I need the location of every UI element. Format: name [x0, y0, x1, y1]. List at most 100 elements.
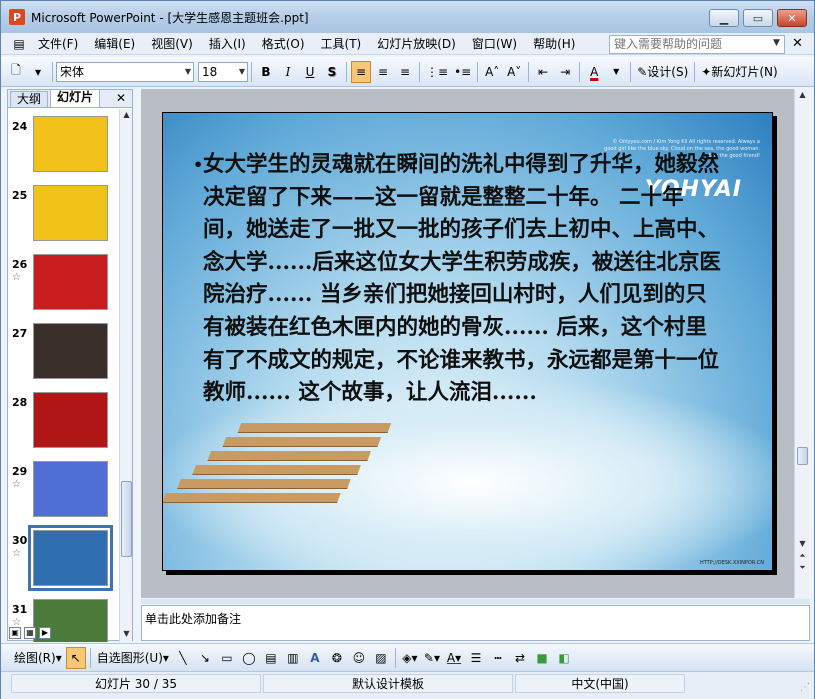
notes-splitter[interactable] [141, 599, 810, 604]
font-name-select[interactable]: 宋体 ▼ [56, 61, 194, 82]
select-pointer-icon[interactable]: ↖ [65, 646, 86, 669]
slide-thumbnail[interactable] [33, 392, 108, 448]
notes-pane[interactable]: 单击此处添加备注 [141, 605, 810, 641]
picture-icon[interactable]: ▨ [371, 647, 391, 669]
menu-window[interactable]: 窗口(W) [464, 34, 525, 54]
new-document-icon[interactable]: 🗋 [6, 61, 26, 83]
menu-app-icon[interactable]: ▤ [9, 33, 29, 55]
previous-slide-icon[interactable]: ⏶ [797, 551, 808, 563]
font-color-icon[interactable]: A▾ [444, 647, 464, 669]
arrow-style-icon[interactable]: ⇄ [510, 647, 530, 669]
scrollbar-thumb[interactable] [121, 481, 132, 557]
slide-thumbnail[interactable] [33, 116, 108, 172]
plank [177, 479, 351, 489]
bullets-icon[interactable]: •≡ [452, 61, 473, 83]
tab-slides[interactable]: 幻灯片 [50, 89, 101, 107]
textbox-icon[interactable]: ▤ [261, 647, 281, 669]
menu-help[interactable]: 帮助(H) [525, 34, 583, 54]
toolbar-options-icon[interactable]: ▾ [28, 61, 48, 83]
slide-thumbnail-row[interactable]: 24 [8, 116, 121, 178]
bold-button[interactable]: B [256, 61, 276, 83]
increase-indent-icon[interactable]: ⇥ [555, 61, 575, 83]
status-template: 默认设计模板 [263, 674, 513, 693]
numbering-icon[interactable]: ⋮≡ [424, 61, 450, 83]
menu-edit[interactable]: 编辑(E) [86, 34, 143, 54]
fill-color-icon[interactable]: ◈▾ [400, 647, 420, 669]
align-center-icon[interactable]: ≡ [373, 61, 393, 83]
slide-scrollbar[interactable]: ▲ ▼ ⏶ ⏷ [794, 89, 810, 598]
line-color-icon[interactable]: ✎▾ [422, 647, 442, 669]
italic-button[interactable]: I [278, 61, 298, 83]
rectangle-icon[interactable]: ▭ [217, 647, 237, 669]
slide-body-text[interactable]: • 女大学生的灵魂就在瞬间的洗礼中得到了升华，她毅然决定留了下来——这一留就是整… [193, 149, 723, 410]
line-style-icon[interactable]: ☰ [466, 647, 486, 669]
slide-number: 26 [12, 258, 28, 271]
resize-grip-icon[interactable]: ⋰ [800, 682, 810, 693]
slide-thumbnail[interactable] [33, 185, 108, 241]
tab-outline[interactable]: 大纲 [10, 91, 49, 107]
menu-slideshow[interactable]: 幻灯片放映(D) [369, 34, 464, 54]
3d-style-icon[interactable]: ◧ [554, 647, 574, 669]
plank [207, 451, 372, 461]
pane-close-icon[interactable]: ✕ [116, 91, 126, 105]
menu-tools[interactable]: 工具(T) [313, 34, 370, 54]
minimize-button[interactable]: ▁ [709, 9, 739, 27]
shadow-style-icon[interactable]: ■ [532, 647, 552, 669]
normal-view-icon[interactable]: ▣ [9, 627, 21, 639]
slide-thumbnail[interactable] [28, 525, 113, 591]
scrollbar-thumb[interactable] [797, 447, 808, 465]
decrease-indent-icon[interactable]: ⇤ [533, 61, 553, 83]
slide-thumbnail[interactable] [33, 254, 108, 310]
line-icon[interactable]: ╲ [173, 647, 193, 669]
help-search-input[interactable]: 键入需要帮助的问题 [609, 35, 785, 54]
menu-file[interactable]: 文件(F) [30, 34, 86, 54]
slide-thumbnail-row[interactable]: 25 [8, 185, 121, 247]
arrow-icon[interactable]: ↘ [195, 647, 215, 669]
draw-menu-button[interactable]: 绘图(R) ▾ [12, 647, 64, 669]
clipart-icon[interactable]: ☺ [349, 647, 369, 669]
slide-thumbnail[interactable] [33, 323, 108, 379]
shadow-button[interactable]: S [322, 61, 342, 83]
separator [52, 61, 53, 82]
maximize-button[interactable]: ▭ [743, 9, 773, 27]
sorter-view-icon[interactable]: ▦ [24, 627, 36, 639]
decrease-font-icon[interactable]: A˅ [504, 61, 524, 83]
slide-thumbnail-row[interactable]: 29 ☆ [8, 461, 121, 523]
scroll-up-icon[interactable]: ▲ [121, 110, 132, 122]
slide-thumbnail-row[interactable]: 26 ☆ [8, 254, 121, 316]
current-slide[interactable]: © Onlyyou.com / Kim Yong Kil All rights … [162, 112, 773, 571]
font-size-select[interactable]: 18 ▼ [198, 61, 248, 82]
align-left-icon[interactable]: ≡ [351, 60, 371, 83]
close-button[interactable]: ✕ [777, 9, 807, 27]
menu-format[interactable]: 格式(O) [254, 34, 313, 54]
menu-view[interactable]: 视图(V) [143, 34, 201, 54]
scroll-down-icon[interactable]: ▼ [797, 539, 808, 551]
next-slide-icon[interactable]: ⏷ [797, 563, 808, 575]
align-right-icon[interactable]: ≡ [395, 61, 415, 83]
chevron-down-icon[interactable]: ▼ [606, 61, 626, 83]
powerpoint-window: P Microsoft PowerPoint - [大学生感恩主题班会.ppt]… [0, 0, 815, 699]
increase-font-icon[interactable]: A˄ [482, 61, 502, 83]
slide-thumbnail-row[interactable]: 27 [8, 323, 121, 385]
underline-button[interactable]: U [300, 61, 320, 83]
wordart-icon[interactable]: A [305, 647, 325, 669]
font-color-icon[interactable]: A [584, 61, 604, 83]
chevron-down-icon[interactable]: ▼ [773, 38, 780, 48]
new-slide-button[interactable]: ✦ 新幻灯片(N) [699, 61, 779, 83]
vertical-textbox-icon[interactable]: ▥ [283, 647, 303, 669]
thumbnail-scrollbar[interactable]: ▲ ▼ [119, 109, 132, 642]
slide-thumbnail-row[interactable]: 30 ☆ [8, 525, 121, 592]
document-close-icon[interactable]: ✕ [792, 36, 803, 51]
autoshapes-button[interactable]: 自选图形(U) ▾ [95, 647, 171, 669]
slide-thumbnail-row[interactable]: 28 [8, 392, 121, 454]
diagram-icon[interactable]: ❂ [327, 647, 347, 669]
menu-insert[interactable]: 插入(I) [201, 34, 254, 54]
design-button[interactable]: ✎ 设计(S) [635, 61, 690, 83]
slides-pane: 大纲 幻灯片 ✕ 24 25 26 ☆ 27 28 29 ☆ 30 ☆ 31 ☆ ▲ ▼ [7, 89, 133, 642]
slide-thumbnail[interactable] [33, 461, 108, 517]
scroll-up-icon[interactable]: ▲ [797, 90, 808, 102]
scroll-down-icon[interactable]: ▼ [121, 629, 132, 641]
slideshow-view-icon[interactable]: ▶ [39, 627, 51, 639]
dash-style-icon[interactable]: ┅ [488, 647, 508, 669]
oval-icon[interactable]: ◯ [239, 647, 259, 669]
